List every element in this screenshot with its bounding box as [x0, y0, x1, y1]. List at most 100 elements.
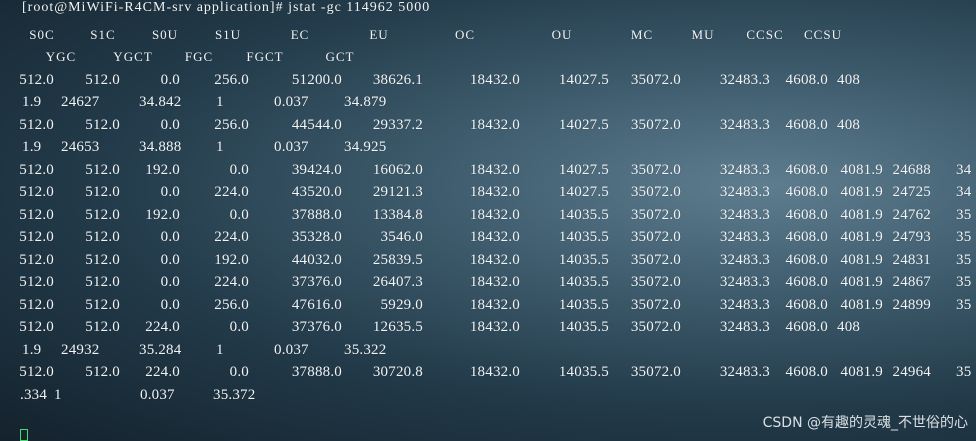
column-header: S0U [151, 26, 179, 42]
output-value: 32483.3 [719, 161, 770, 178]
terminal-window[interactable]: [root@MiWiFi-R4CM-srv application]# jsta… [0, 0, 976, 441]
output-value: 4608.0 [785, 296, 828, 313]
output-value: 512.0 [19, 206, 54, 223]
output-value: 4608.0 [785, 274, 828, 290]
output-value: 14035.5 [558, 296, 609, 313]
column-header: OU [551, 26, 573, 42]
output-value: 44032.0 [291, 251, 342, 268]
column-header: EC [290, 26, 310, 42]
output-value: 256.0 [214, 71, 249, 88]
output-value: 512.0 [85, 116, 120, 133]
output-value: 512.0 [19, 229, 54, 245]
output-value: 256.0 [214, 296, 249, 313]
output-value: 4081.9 [840, 251, 883, 268]
output-value: 4608.0 [785, 206, 828, 223]
output-value: 4081.9 [840, 229, 883, 245]
output-value: 18432.0 [469, 296, 520, 313]
output-value: 35328.0 [291, 229, 342, 245]
output-value: 4608.0 [785, 161, 828, 178]
output-value: 35072.0 [630, 364, 681, 380]
column-header: CCSC [746, 26, 784, 42]
output-value: 512.0 [85, 184, 120, 200]
output-value: 35.322 [344, 341, 387, 358]
output-value: 4608.0 [785, 116, 828, 133]
output-value: 14035.5 [558, 274, 609, 290]
output-value: 24899 [892, 296, 931, 313]
output-value: 35072.0 [630, 274, 681, 290]
output-value: 30720.8 [372, 364, 423, 380]
output-value: 38626.1 [372, 71, 423, 88]
output-row: 512.0 512.0 0.0 224.0 43520.0 29121.3 18432.0 1… [0, 184, 976, 206]
output-value: 32483.3 [719, 319, 770, 335]
output-row: 512.0 512.0 192.0 0.0 37888.0 13384.8 18432.0 1… [0, 207, 976, 229]
output-value: 25839.5 [372, 251, 423, 268]
output-value: 34 [956, 161, 972, 178]
output-value: 26407.3 [372, 274, 423, 290]
output-value: 34 [956, 184, 972, 200]
output-value: 512.0 [85, 71, 120, 88]
output-value: 18432.0 [469, 364, 520, 380]
output-value: 192.0 [145, 206, 180, 223]
column-header: YGCT [113, 49, 153, 64]
output-value: 4081.9 [840, 206, 883, 223]
output-value: 224.0 [214, 274, 249, 290]
output-value: 34.925 [344, 139, 387, 155]
output-value: 512.0 [19, 184, 54, 200]
output-row: 512.0 512.0 0.0 192.0 44032.0 25839.5 18432.0 1… [0, 252, 976, 274]
output-value: 34.842 [139, 94, 182, 110]
output-value: 5929.0 [380, 296, 423, 313]
column-header: CCSU [804, 26, 842, 42]
output-value: 35 [956, 364, 972, 380]
output-value: 0.0 [229, 161, 249, 178]
output-value: 35072.0 [630, 161, 681, 178]
csdn-watermark: CSDN @有趣的灵魂_不世俗的心 [762, 415, 968, 431]
output-value: 18432.0 [469, 274, 520, 290]
output-value: 35 [956, 251, 972, 268]
output-value: 1 [54, 386, 62, 403]
output-value: 14035.5 [558, 319, 609, 335]
output-value: 18432.0 [469, 161, 520, 178]
output-value: 512.0 [85, 206, 120, 223]
output-value: 32483.3 [719, 251, 770, 268]
column-header: FGC [184, 49, 214, 64]
output-value: 512.0 [85, 319, 120, 335]
output-value: 14027.5 [558, 161, 609, 178]
column-header: YGC [45, 49, 77, 64]
output-value: 4081.9 [840, 184, 883, 200]
output-value: 4608.0 [785, 229, 828, 245]
column-header: OC [454, 26, 476, 42]
output-value: 14027.5 [558, 71, 609, 88]
output-value: 224.0 [214, 229, 249, 245]
output-value: 0.037 [274, 341, 309, 358]
output-value: 24725 [892, 184, 931, 200]
output-value: 512.0 [19, 274, 54, 290]
column-header: GCT [325, 49, 355, 64]
output-value: 34.888 [139, 139, 182, 155]
output-value: 512.0 [85, 296, 120, 313]
output-value: 35 [956, 229, 972, 245]
output-value: 4081.9 [840, 274, 883, 290]
command-prompt-line: [root@MiWiFi-R4CM-srv application]# jsta… [22, 0, 431, 15]
output-value: 35072.0 [630, 296, 681, 313]
output-value: 18432.0 [469, 71, 520, 88]
output-value: 4608.0 [785, 364, 828, 380]
output-value: 512.0 [85, 229, 120, 245]
output-value: 12635.5 [372, 319, 423, 335]
output-value: 24762 [892, 206, 931, 223]
output-row: 1.9 24627 34.842 1 0.037 34.879 [0, 94, 976, 116]
output-value: 0.037 [274, 94, 309, 110]
output-value: 35 [956, 296, 972, 313]
output-row: 512.0 512.0 0.0 256.0 44544.0 29337.2 18432.0 1… [0, 117, 976, 139]
output-value: 18432.0 [469, 229, 520, 245]
output-value: 512.0 [19, 161, 54, 178]
terminal-cursor [20, 429, 28, 441]
output-value: 14027.5 [558, 116, 609, 133]
output-value: 512.0 [85, 161, 120, 178]
output-value: 35.372 [213, 386, 256, 403]
output-value: 3546.0 [380, 229, 423, 245]
column-header: EU [369, 26, 389, 42]
output-value: 0.0 [160, 71, 180, 88]
output-value: 32483.3 [719, 364, 770, 380]
output-value: 0.0 [160, 184, 180, 200]
output-row: .334 1 0.037 35.372 [0, 387, 976, 409]
